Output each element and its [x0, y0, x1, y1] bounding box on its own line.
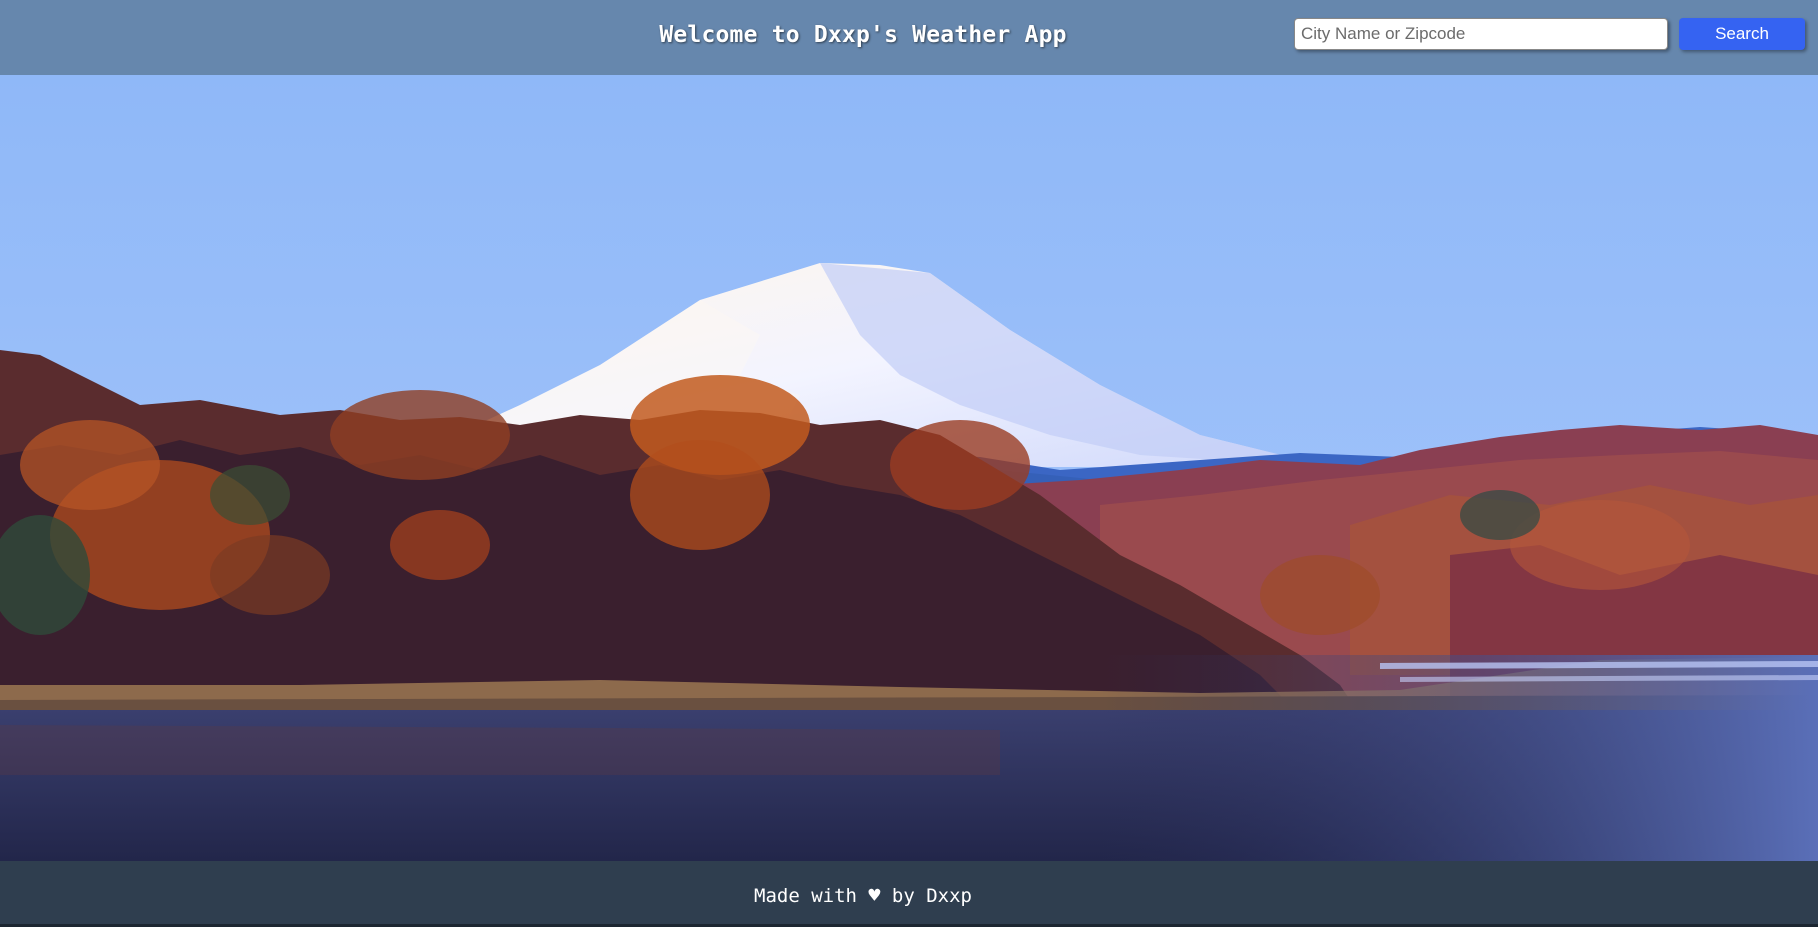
- app-header: Welcome to Dxxp's Weather App Search: [0, 0, 1818, 75]
- search-input[interactable]: [1294, 18, 1668, 50]
- app-footer: Made with ♥ by Dxxp: [0, 861, 1818, 927]
- footer-credit: Made with ♥ by Dxxp: [0, 883, 1726, 907]
- search-button[interactable]: Search: [1679, 18, 1805, 50]
- heart-icon: ♥: [868, 883, 881, 907]
- background-image: [0, 75, 1818, 861]
- footer-text-after: by Dxxp: [891, 885, 972, 907]
- footer-text-before: Made with: [754, 885, 857, 907]
